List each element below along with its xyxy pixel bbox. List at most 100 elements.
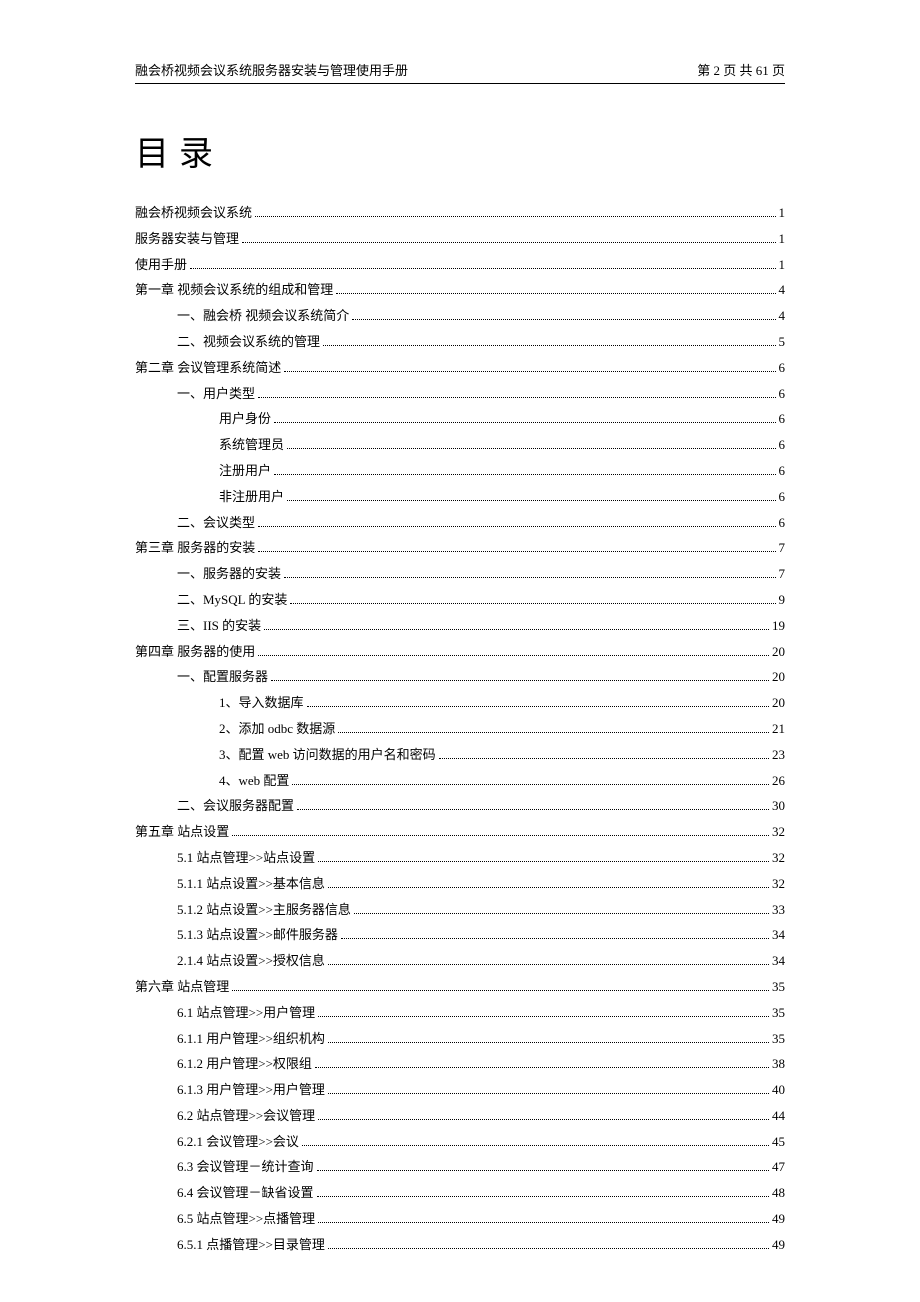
toc-leader-dots	[323, 334, 775, 346]
toc-leader-dots	[258, 386, 775, 398]
toc-entry-page: 32	[772, 822, 785, 843]
toc-leader-dots	[190, 257, 775, 269]
toc-leader-dots	[274, 463, 775, 475]
toc-entry[interactable]: 服务器安装与管理1	[135, 229, 785, 250]
toc-entry[interactable]: 一、用户类型6	[135, 384, 785, 405]
toc-entry-label: 二、MySQL 的安装	[177, 590, 287, 611]
toc-entry[interactable]: 6.1.1 用户管理>>组织机构35	[135, 1029, 785, 1050]
toc-entry[interactable]: 一、融会桥 视频会议系统简介4	[135, 306, 785, 327]
toc-entry[interactable]: 三、IIS 的安装19	[135, 616, 785, 637]
toc-entry[interactable]: 6.1.3 用户管理>>用户管理40	[135, 1080, 785, 1101]
toc-entry-label: 6.1.2 用户管理>>权限组	[177, 1054, 312, 1075]
toc-entry-page: 49	[772, 1209, 785, 1230]
toc-entry[interactable]: 用户身份6	[135, 409, 785, 430]
toc-entry[interactable]: 6.1 站点管理>>用户管理35	[135, 1003, 785, 1024]
toc-entry[interactable]: 2、添加 odbc 数据源21	[135, 719, 785, 740]
toc-entry[interactable]: 二、会议类型 6	[135, 513, 785, 534]
toc-entry[interactable]: 使用手册1	[135, 255, 785, 276]
toc-entry[interactable]: 二、会议服务器配置 30	[135, 796, 785, 817]
toc-entry-page: 33	[772, 900, 785, 921]
toc-entry-label: 一、融会桥 视频会议系统简介	[177, 306, 349, 327]
toc-leader-dots	[328, 876, 769, 888]
toc-leader-dots	[318, 1211, 769, 1223]
toc-leader-dots	[317, 1185, 769, 1197]
toc-entry[interactable]: 第五章 站点设置 32	[135, 822, 785, 843]
toc-entry-page: 6	[779, 435, 786, 456]
toc-entry-page: 6	[779, 384, 786, 405]
toc-leader-dots	[284, 360, 775, 372]
toc-entry-label: 6.2 站点管理>>会议管理	[177, 1106, 315, 1127]
toc-entry-label: 1、导入数据库	[219, 693, 304, 714]
toc-entry[interactable]: 6.3 会议管理－统计查询47	[135, 1157, 785, 1178]
toc-entry-label: 融会桥视频会议系统	[135, 203, 252, 224]
toc-leader-dots	[264, 618, 769, 630]
toc-entry[interactable]: 注册用户6	[135, 461, 785, 482]
toc-entry-page: 35	[772, 977, 785, 998]
toc-leader-dots	[258, 515, 775, 527]
toc-entry-label: 使用手册	[135, 255, 187, 276]
toc-leader-dots	[318, 1005, 769, 1017]
toc-entry[interactable]: 6.1.2 用户管理>>权限组38	[135, 1054, 785, 1075]
toc-entry-page: 7	[779, 564, 786, 585]
toc-entry-label: 二、会议类型	[177, 513, 255, 534]
toc-leader-dots	[255, 205, 775, 217]
toc-entry-label: 第五章 站点设置	[135, 822, 229, 843]
toc-leader-dots	[439, 747, 769, 759]
toc-entry[interactable]: 5.1.2 站点设置>>主服务器信息33	[135, 900, 785, 921]
toc-entry-label: 6.1.1 用户管理>>组织机构	[177, 1029, 325, 1050]
toc-leader-dots	[318, 1108, 769, 1120]
toc-leader-dots	[336, 282, 775, 294]
toc-entry-page: 26	[772, 771, 785, 792]
toc-entry[interactable]: 融会桥视频会议系统1	[135, 203, 785, 224]
toc-title: 目录	[135, 126, 785, 175]
toc-entry-page: 35	[772, 1003, 785, 1024]
toc-entry-label: 6.5.1 点播管理>>目录管理	[177, 1235, 325, 1256]
toc-entry[interactable]: 一、服务器的安装7	[135, 564, 785, 585]
toc-entry-page: 6	[779, 358, 786, 379]
toc-entry-label: 6.4 会议管理－缺省设置	[177, 1183, 314, 1204]
toc-leader-dots	[318, 850, 769, 862]
toc-entry[interactable]: 非注册用户6	[135, 487, 785, 508]
toc-entry[interactable]: 1、导入数据库20	[135, 693, 785, 714]
toc-entry[interactable]: 4、web 配置26	[135, 771, 785, 792]
toc-entry[interactable]: 一、配置服务器20	[135, 667, 785, 688]
toc-entry-page: 30	[772, 796, 785, 817]
toc-leader-dots	[284, 566, 775, 578]
toc-entry[interactable]: 2.1.4 站点设置>>授权信息 34	[135, 951, 785, 972]
toc-entry[interactable]: 二、MySQL 的安装9	[135, 590, 785, 611]
toc-entry[interactable]: 第三章 服务器的安装7	[135, 538, 785, 559]
toc-entry-page: 20	[772, 642, 785, 663]
toc-entry[interactable]: 二、视频会议系统的管理5	[135, 332, 785, 353]
toc-entry[interactable]: 5.1.1 站点设置>>基本信息32	[135, 874, 785, 895]
toc-entry-label: 2.1.4 站点设置>>授权信息	[177, 951, 325, 972]
toc-entry-label: 二、视频会议系统的管理	[177, 332, 320, 353]
toc-entry[interactable]: 6.2 站点管理>>会议管理44	[135, 1106, 785, 1127]
toc-entry[interactable]: 5.1 站点管理>>站点设置32	[135, 848, 785, 869]
toc-leader-dots	[338, 721, 769, 733]
toc-entry[interactable]: 系统管理员 6	[135, 435, 785, 456]
toc-entry-label: 5.1.1 站点设置>>基本信息	[177, 874, 325, 895]
toc-entry-page: 40	[772, 1080, 785, 1101]
toc-entry[interactable]: 第二章 会议管理系统简述6	[135, 358, 785, 379]
toc-entry-label: 第一章 视频会议系统的组成和管理	[135, 280, 333, 301]
toc-entry[interactable]: 6.5 站点管理>>点播管理49	[135, 1209, 785, 1230]
toc-entry[interactable]: 3、配置 web 访问数据的用户名和密码23	[135, 745, 785, 766]
toc-entry[interactable]: 第一章 视频会议系统的组成和管理4	[135, 280, 785, 301]
toc-entry-label: 一、配置服务器	[177, 667, 268, 688]
toc-entry[interactable]: 6.4 会议管理－缺省设置 48	[135, 1183, 785, 1204]
toc-entry[interactable]: 第六章 站点管理35	[135, 977, 785, 998]
toc-entry-label: 二、会议服务器配置	[177, 796, 294, 817]
toc-entry[interactable]: 6.5.1 点播管理>>目录管理 49	[135, 1235, 785, 1256]
toc-entry-page: 6	[779, 513, 786, 534]
toc-entry[interactable]: 5.1.3 站点设置>>邮件服务器34	[135, 925, 785, 946]
toc-entry-page: 48	[772, 1183, 785, 1204]
toc-entry-label: 三、IIS 的安装	[177, 616, 261, 637]
toc-entry-page: 34	[772, 951, 785, 972]
toc-entry-page: 32	[772, 848, 785, 869]
toc-leader-dots	[341, 927, 769, 939]
toc-leader-dots	[287, 437, 775, 449]
toc-entry[interactable]: 6.2.1 会议管理>>会议45	[135, 1132, 785, 1153]
toc-entry[interactable]: 第四章 服务器的使用20	[135, 642, 785, 663]
toc-entry-label: 系统管理员	[219, 435, 284, 456]
toc-entry-page: 49	[772, 1235, 785, 1256]
